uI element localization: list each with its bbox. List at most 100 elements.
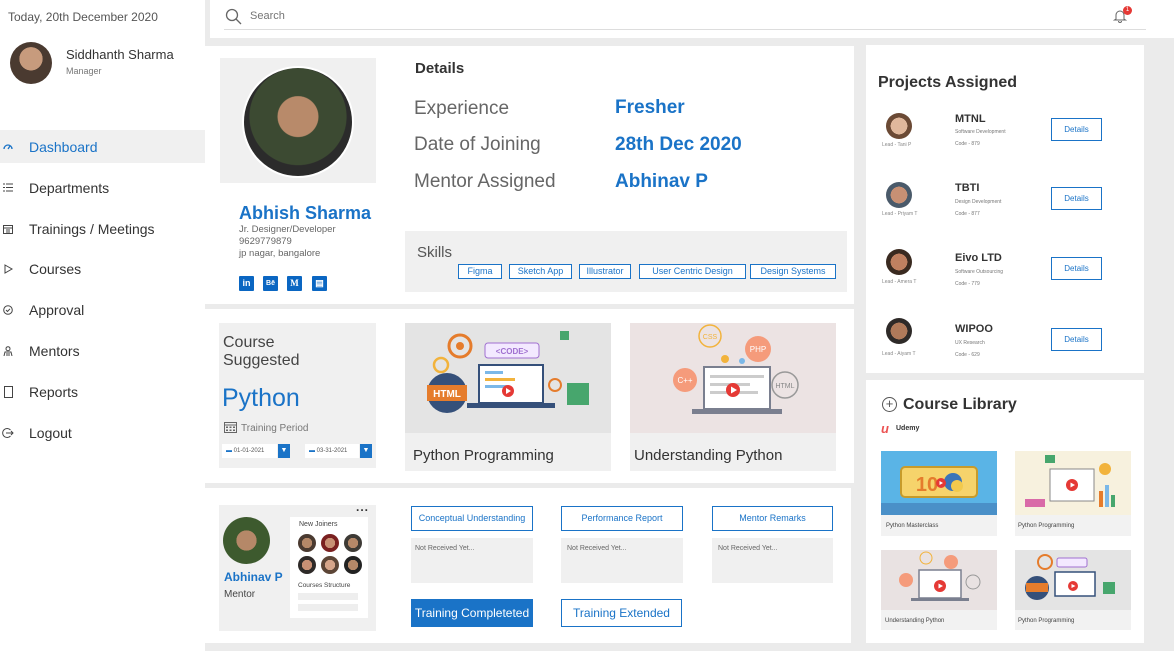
nav-label: Dashboard — [29, 138, 98, 155]
suggested-course-name: Python — [222, 384, 300, 412]
masterclass-badge: 10 — [916, 474, 938, 496]
nav-mentors[interactable]: Mentors — [0, 334, 205, 367]
profile-photo — [242, 66, 354, 178]
performance-report-tab[interactable]: Performance Report — [561, 506, 683, 531]
skill-chip[interactable]: User Centric Design — [639, 264, 746, 279]
new-joiners-label: New Joiners — [299, 521, 338, 528]
training-extended-button[interactable]: Training Extended — [561, 599, 682, 627]
document-icon — [2, 385, 14, 398]
course-suggested-label: Course Suggested — [223, 334, 300, 369]
skill-chip[interactable]: Illustrator — [579, 264, 631, 279]
more-options-icon[interactable]: ... — [356, 500, 369, 514]
skill-chip[interactable]: Sketch App — [509, 264, 572, 279]
user-name: Siddhanth Sharma — [66, 47, 174, 62]
linkedin-icon[interactable]: in — [239, 276, 254, 291]
project-name: WIPOO — [955, 323, 993, 335]
html-badge: HTML — [433, 389, 461, 400]
skills-box — [405, 231, 847, 292]
html-bubble: HTML — [775, 383, 794, 390]
end-date-select[interactable]: ▬ 03-31-2021 — [305, 444, 359, 458]
joiner-avatar[interactable] — [344, 556, 362, 574]
status-text: Not Received Yet... — [718, 545, 778, 552]
udemy-logo-icon: u — [881, 421, 889, 436]
nav-reports[interactable]: Reports — [0, 375, 205, 408]
project-lead: Lead - Priyam T — [882, 211, 918, 217]
project-code: Code - 879 — [955, 141, 980, 147]
calendar-icon — [224, 420, 237, 438]
top-bar: 1 — [210, 0, 1174, 38]
training-completed-button[interactable]: Training Completeted — [411, 599, 533, 627]
employee-name: Abhish Sharma — [239, 203, 372, 223]
library-course-caption: Python Programming — [1018, 523, 1075, 529]
lead-avatar — [886, 249, 912, 275]
training-period-label: Training Period — [241, 423, 309, 434]
user-role: Manager — [66, 66, 102, 76]
project-type: Software Development — [955, 129, 1006, 135]
nav-dashboard[interactable]: Dashboard — [0, 130, 205, 163]
chevron-down-icon[interactable]: ▼ — [360, 444, 372, 458]
nav-courses[interactable]: Courses — [0, 252, 205, 285]
library-course-caption: Understanding Python — [885, 618, 945, 624]
user-avatar[interactable] — [10, 42, 52, 84]
portfolio-icon[interactable]: ▤ — [312, 276, 327, 291]
lead-avatar — [886, 113, 912, 139]
courses-structure-label: Courses Structure — [298, 582, 351, 589]
behance-icon[interactable]: Bē — [263, 276, 278, 291]
nav-label: Courses — [29, 260, 82, 277]
employee-phone: 9629779879 — [239, 236, 292, 247]
logout-icon — [2, 427, 14, 439]
skill-chip[interactable]: Design Systems — [750, 264, 836, 279]
chevron-down-icon[interactable]: ▼ — [278, 444, 290, 458]
nav-label: Mentors — [29, 342, 80, 359]
project-lead: Lead - Tani P — [882, 142, 912, 148]
python-programming-thumbnail[interactable]: <CODE> HTML — [405, 323, 611, 433]
projects-title: Projects Assigned — [878, 74, 1018, 91]
cpp-bubble: C++ — [677, 376, 692, 385]
project-details-button[interactable]: Details — [1051, 187, 1102, 210]
joining-date-label: Date of Joining — [414, 134, 541, 155]
nav-label: Logout — [29, 424, 72, 441]
experience-label: Experience — [414, 98, 510, 119]
mentor-name: Abhinav P — [224, 570, 283, 584]
joiner-avatar[interactable] — [344, 534, 362, 552]
joiner-avatar[interactable] — [321, 556, 339, 574]
experience-value: Fresher — [615, 97, 685, 118]
search-input[interactable] — [250, 10, 650, 22]
nav-logout[interactable]: Logout — [0, 416, 205, 449]
library-course-caption: Python Masterclass — [886, 523, 939, 529]
nav-approval[interactable]: Approval — [0, 293, 205, 326]
mentor-avatar — [223, 517, 270, 564]
medium-icon[interactable]: M — [287, 276, 302, 291]
joiner-avatar[interactable] — [298, 534, 316, 552]
library-thumbnail: 10 — [881, 451, 997, 515]
start-date-select[interactable]: ▬ 01-01-2021 — [222, 444, 277, 458]
understanding-python-thumbnail[interactable]: CSS PHP C++ HTML — [630, 323, 836, 433]
search-icon[interactable] — [225, 8, 242, 30]
course-card-title[interactable]: Understanding Python — [634, 447, 782, 464]
nav-departments[interactable]: Departments — [0, 171, 205, 204]
nav-trainings[interactable]: Trainings / Meetings — [0, 212, 205, 245]
conceptual-understanding-tab[interactable]: Conceptual Understanding — [411, 506, 533, 531]
list-icon — [2, 183, 14, 192]
project-details-button[interactable]: Details — [1051, 118, 1102, 141]
project-lead: Lead - Amera T — [882, 279, 917, 285]
project-name: TBTI — [955, 182, 980, 194]
project-details-button[interactable]: Details — [1051, 257, 1102, 280]
mentor-remarks-tab[interactable]: Mentor Remarks — [712, 506, 833, 531]
project-code: Code - 877 — [955, 211, 980, 217]
status-text: Not Received Yet... — [567, 545, 627, 552]
skill-chip[interactable]: Figma — [458, 264, 502, 279]
start-date-value: 01-01-2021 — [233, 448, 265, 454]
add-course-icon[interactable]: + — [882, 397, 897, 412]
joiner-avatar[interactable] — [298, 556, 316, 574]
employee-title: Jr. Designer/Developer — [239, 224, 336, 235]
library-course-caption: Python Programming — [1018, 618, 1075, 624]
structure-bar — [298, 593, 358, 600]
project-details-button[interactable]: Details — [1051, 328, 1102, 351]
end-date-value: 03-31-2021 — [316, 448, 348, 454]
project-type: UX Research — [955, 340, 985, 346]
joiner-avatar[interactable] — [321, 534, 339, 552]
check-circle-icon — [2, 304, 14, 315]
course-card-title[interactable]: Python Programming — [413, 447, 554, 464]
project-name: Eivo LTD — [955, 252, 1002, 264]
